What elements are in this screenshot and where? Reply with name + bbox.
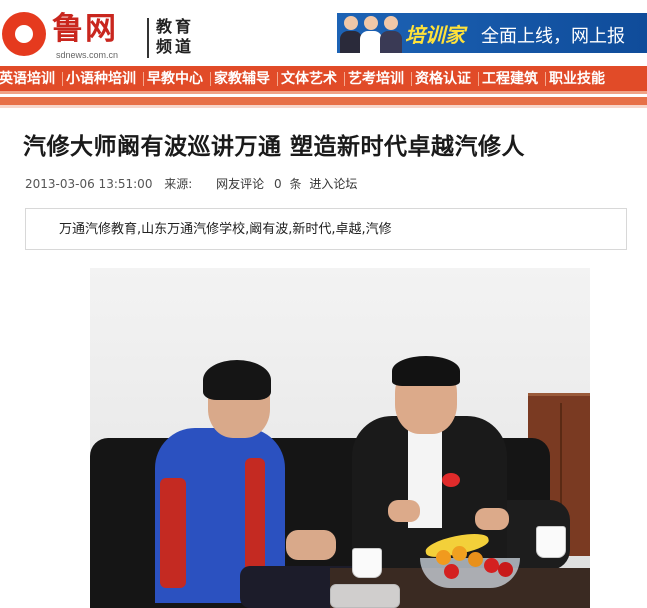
site-logo[interactable]: 鲁网 sdnews.com.cn 教育频道 [2,10,202,66]
comment-count: 0 [274,177,282,191]
article-date: 2013-03-06 13:51:00 [25,177,153,191]
nav-item-arts-sports[interactable]: 文体艺术 [276,66,342,91]
nav-item-early-education[interactable]: 早教中心 [142,66,208,91]
channel-name: 教育频道 [156,17,195,56]
article-title: 汽修大师阚有波巡讲万通 塑造新时代卓越汽修人 [23,133,526,160]
nav-item-english[interactable]: 英语培训 [0,66,60,91]
glass-dish [330,584,400,608]
tea-cup [536,526,566,558]
nav-item-art-exam[interactable]: 艺考培训 [343,66,409,91]
site-header: 鲁网 sdnews.com.cn 教育频道 培训家 全面上线，网上报 [0,0,647,66]
forum-link[interactable]: 进入论坛 [309,177,357,191]
nav-divider-line [0,105,647,108]
ad-banner[interactable]: 培训家 全面上线，网上报 [337,13,647,53]
logo-text: 鲁网 [52,11,118,47]
banner-person-image [379,13,403,53]
banner-slogan: 全面上线，网上报 [481,26,625,47]
comments-link[interactable]: 网友评论 [216,177,264,191]
logo-divider [147,18,149,58]
tea-cup [352,548,382,578]
article-keywords: 万通汽修教育,山东万通汽修学校,阚有波,新时代,卓越,汽修 [25,208,627,250]
nav-item-engineering[interactable]: 工程建筑 [477,66,543,91]
nav-item-certification[interactable]: 资格认证 [410,66,476,91]
article-source-label: 来源: [164,177,193,191]
logo-emblem-icon [2,12,46,56]
nav-item-tutoring[interactable]: 家教辅导 [209,66,275,91]
article-meta: 2013-03-06 13:51:00 来源: 网友评论 0 条 进入论坛 [25,175,363,192]
logo-url: sdnews.com.cn [56,50,119,60]
nav-divider-bar [0,97,647,105]
article-photo [90,268,590,608]
category-nav: 英语培训 小语种培训 早教中心 家教辅导 文体艺术 艺考培训 资格认证 工程建筑 职业技能 [0,66,647,94]
comment-unit: 条 [289,177,302,191]
nav-item-minor-languages[interactable]: 小语种培训 [61,66,141,91]
nav-item-vocational[interactable]: 职业技能 [544,66,610,91]
banner-brand: 培训家 [405,23,465,47]
